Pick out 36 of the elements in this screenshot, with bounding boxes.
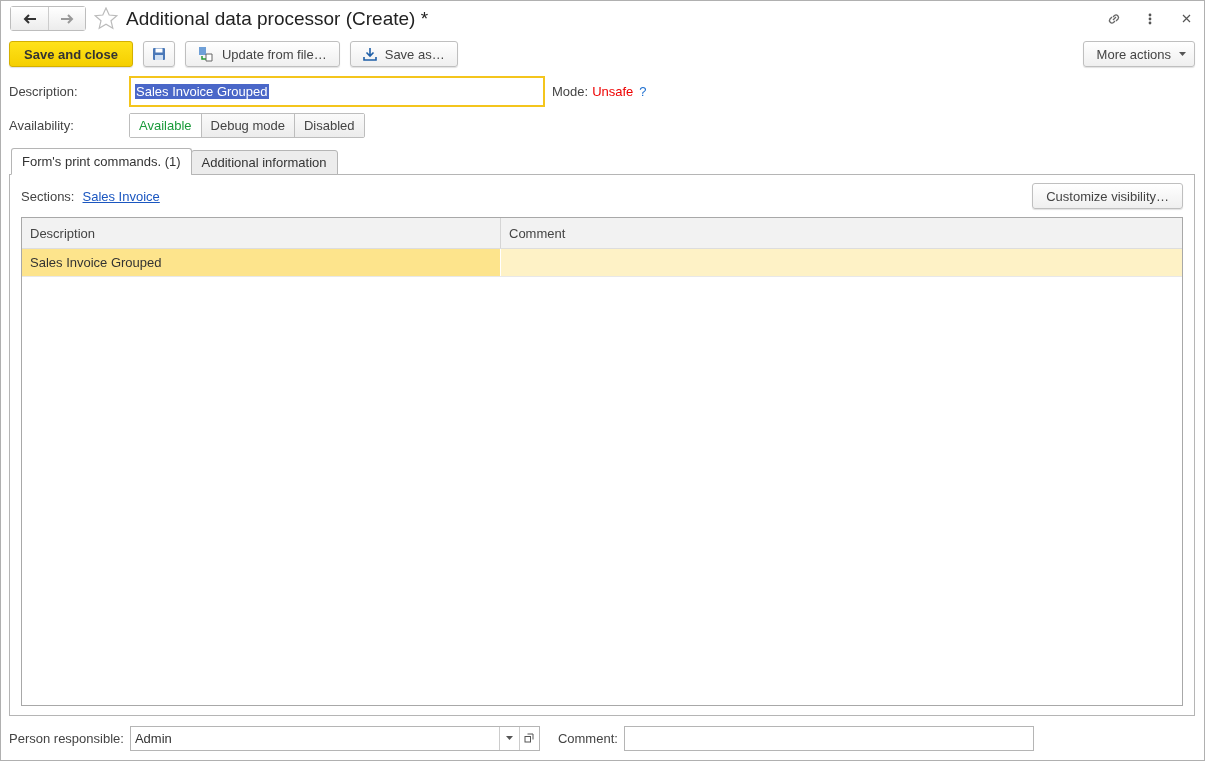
person-responsible-field[interactable]: Admin <box>129 725 540 751</box>
column-header[interactable]: Comment <box>500 218 1182 249</box>
tab[interactable]: Additional information <box>190 150 338 176</box>
help-link[interactable]: ? <box>639 84 647 100</box>
save-button[interactable] <box>142 41 175 68</box>
file-update-icon <box>197 46 214 63</box>
sections-link[interactable]: Sales Invoice <box>82 188 160 204</box>
save-as-button[interactable]: Save as… <box>349 41 458 68</box>
sections-label: Sections: <box>21 188 75 204</box>
download-icon <box>362 47 377 62</box>
comment-field[interactable] <box>623 725 1034 751</box>
availability-option[interactable]: Debug mode <box>200 114 294 138</box>
tab[interactable]: Form's print commands. (1) <box>11 148 192 176</box>
table-cell[interactable] <box>500 249 1182 277</box>
caret-icon <box>1179 52 1186 57</box>
availability-option[interactable]: Disabled <box>294 114 364 138</box>
save-and-close-button[interactable]: Save and close <box>9 41 133 68</box>
person-responsible-label: Person responsible: <box>9 730 124 746</box>
column-header[interactable]: Description <box>22 218 500 249</box>
more-actions-button[interactable]: More actions <box>1082 41 1195 68</box>
table-cell[interactable]: Sales Invoice Grouped <box>22 249 500 277</box>
back-button[interactable] <box>11 7 48 31</box>
star-icon[interactable] <box>94 7 118 31</box>
arrow-right-icon <box>60 13 74 24</box>
description-label: Description: <box>9 84 79 100</box>
mode-label: Mode: <box>552 84 589 100</box>
mode-value: Unsafe <box>592 84 634 100</box>
customize-visibility-button[interactable]: Customize visibility… <box>1032 183 1183 210</box>
comment-label: Comment: <box>557 730 618 746</box>
window-title: Additional data processor (Create) * <box>126 7 430 30</box>
update-from-file-button[interactable]: Update from file… <box>184 41 340 68</box>
availability-label: Availability: <box>9 118 75 134</box>
caret-icon <box>505 736 513 741</box>
open-window-icon <box>524 733 535 744</box>
arrow-left-icon <box>22 13 37 24</box>
description-field[interactable]: Sales Invoice Grouped <box>129 76 545 108</box>
